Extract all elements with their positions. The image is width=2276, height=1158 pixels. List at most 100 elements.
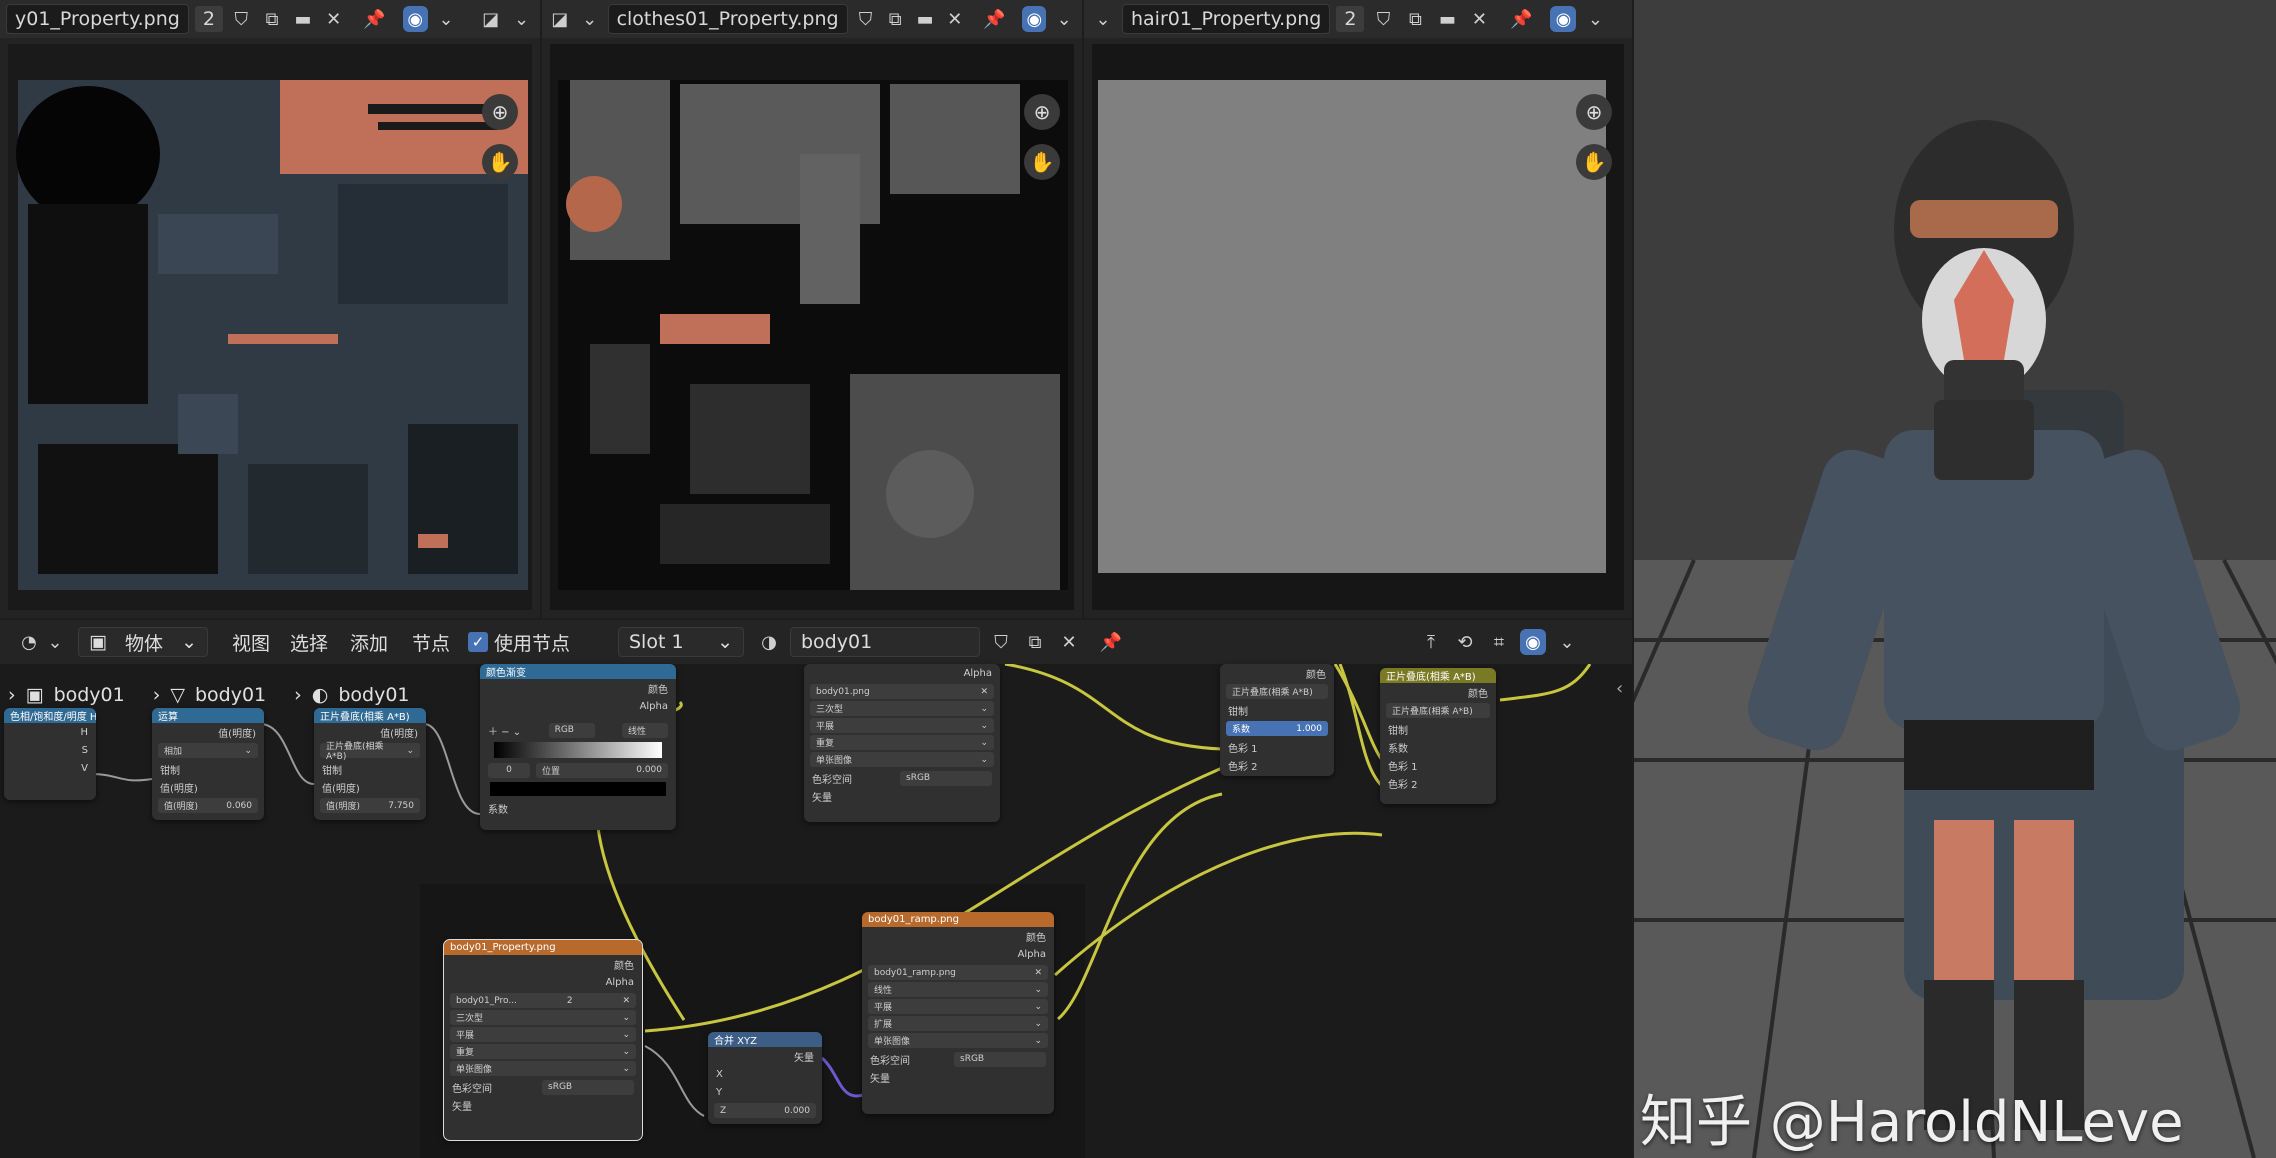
snap-icon[interactable]: ⟲ — [1452, 629, 1478, 655]
duplicate-icon[interactable]: ⧉ — [883, 6, 907, 32]
image-canvas-1[interactable]: ⊕ ✋ — [8, 44, 532, 610]
interpolation-dropdown[interactable]: 线性 ⌄ — [868, 982, 1048, 997]
chevron-down-icon[interactable]: ⌄ — [1052, 6, 1076, 32]
value-field[interactable]: 值(明度) 0.060 — [158, 798, 258, 813]
object-mode-dropdown[interactable]: ▣ 物体 ⌄ — [78, 627, 208, 657]
pin-icon[interactable]: 📌 — [1508, 6, 1534, 32]
source-dropdown[interactable]: 单张图像 ⌄ — [450, 1061, 636, 1076]
extension-dropdown[interactable]: 重复 ⌄ — [810, 735, 994, 750]
close-icon[interactable]: ✕ — [1034, 968, 1042, 978]
chevron-down-icon[interactable]: ⌄ — [509, 6, 534, 32]
node-math-header[interactable]: 运算 — [152, 708, 264, 723]
pin-icon[interactable]: 📌 — [362, 6, 387, 32]
color-space-dropdown[interactable]: sRGB — [954, 1051, 1046, 1067]
node-ramp-texture[interactable]: body01_ramp.png 颜色 Alpha body01_ramp.png… — [862, 912, 1054, 1114]
image-canvas-2[interactable]: ⊕ ✋ — [550, 44, 1074, 610]
user-count[interactable]: 2 — [1336, 6, 1365, 32]
node-combine-xyz[interactable]: 合并 XYZ 矢量 X Y Z 0.000 — [708, 1032, 822, 1124]
stop-color-swatch[interactable] — [490, 782, 666, 796]
stop-position-field[interactable]: 位置 0.000 — [536, 762, 668, 778]
open-folder-icon[interactable]: ▬ — [913, 6, 937, 32]
node-ramp-header[interactable]: 颜色渐变 — [480, 664, 676, 679]
image-datablock-field[interactable]: body01_Pro... 2 ✕ — [450, 993, 636, 1008]
editor-type-button[interactable]: ◔ ⌄ — [16, 623, 68, 661]
breadcrumb-mesh[interactable]: body01 — [195, 684, 266, 706]
close-icon[interactable]: ✕ — [1466, 6, 1492, 32]
interpolation-dropdown[interactable]: 线性 — [622, 722, 668, 738]
chevron-down-icon[interactable]: ⌄ — [1090, 6, 1116, 32]
node-mix2[interactable]: 颜色 正片叠底(相乘 A*B) 钳制 系数 1.000 色彩 1 色彩 2 — [1220, 664, 1334, 776]
node-mix1-header[interactable]: 正片叠底(相乘 A*B) — [314, 708, 426, 723]
node-hsv[interactable]: 色相/饱和度/明度 HSV H S V — [4, 708, 96, 800]
color-space-dropdown[interactable]: sRGB — [900, 770, 992, 786]
snap-grid-icon[interactable]: ⌗ — [1486, 629, 1512, 655]
pin-icon[interactable]: 📌 — [983, 6, 1007, 32]
sidebar-toggle-icon[interactable]: ‹ — [1616, 678, 1623, 699]
parent-node-tree-icon[interactable]: ⤒ — [1418, 629, 1444, 655]
z-field[interactable]: Z 0.000 — [714, 1103, 816, 1118]
node-hsv-header[interactable]: 色相/饱和度/明度 HSV — [4, 708, 96, 723]
menu-add[interactable]: 添加 — [350, 623, 388, 661]
clamp-checkbox[interactable]: 钳制 — [1220, 701, 1334, 719]
material-browse-icon[interactable]: ◑ — [756, 629, 782, 655]
blend-mode-dropdown[interactable]: 正片叠底(相乘 A*B) — [1386, 703, 1490, 718]
use-nodes-toggle[interactable]: ✓ 使用节点 — [468, 623, 570, 661]
3d-viewport[interactable]: ▸ ⬚ ◧ ◨ ◩ ⬒ 知 — [1634, 0, 2276, 1158]
color-space-dropdown[interactable]: sRGB — [542, 1079, 634, 1095]
node-ramp-texture-header[interactable]: body01_ramp.png — [862, 912, 1054, 927]
zoom-icon[interactable]: ⊕ — [1024, 94, 1060, 130]
overlay-icon[interactable]: ◉ — [1520, 629, 1546, 655]
node-math[interactable]: 运算 值(明度) 相加 ⌄ 钳制 值(明度) 值(明度) 0.060 — [152, 708, 264, 820]
blend-mode-dropdown[interactable]: 正片叠底(相乘 A*B) — [1226, 684, 1328, 699]
projection-dropdown[interactable]: 平展 ⌄ — [810, 718, 994, 733]
stop-index-field[interactable]: 0 — [488, 762, 530, 778]
factor-field[interactable]: 系数 1.000 — [1226, 721, 1328, 736]
blend-mode-dropdown[interactable]: 正片叠底(相乘 A*B) ⌄ — [320, 742, 420, 762]
value-field[interactable]: 值(明度) 7.750 — [320, 798, 420, 813]
clamp-checkbox[interactable]: 钳制 — [152, 760, 264, 778]
node-mix3[interactable]: 正片叠底(相乘 A*B) 颜色 正片叠底(相乘 A*B) 钳制 系数 色彩 1 … — [1380, 668, 1496, 804]
pan-hand-icon[interactable]: ✋ — [1576, 144, 1612, 180]
chevron-down-icon[interactable]: ⌄ — [1554, 629, 1580, 655]
chevron-down-icon[interactable]: ⌄ — [578, 6, 602, 32]
color-mode-dropdown[interactable]: RGB — [548, 722, 595, 738]
node-property-texture[interactable]: body01_Property.png 颜色 Alpha body01_Pro.… — [443, 939, 643, 1141]
fake-user-icon[interactable]: ⛉ — [988, 629, 1014, 655]
close-icon[interactable]: ✕ — [622, 996, 630, 1006]
node-mix1[interactable]: 正片叠底(相乘 A*B) 值(明度) 正片叠底(相乘 A*B) ⌄ 钳制 值(明度… — [314, 708, 426, 820]
projection-dropdown[interactable]: 平展 ⌄ — [450, 1027, 636, 1042]
duplicate-icon[interactable]: ⧉ — [1402, 6, 1428, 32]
clamp-checkbox[interactable]: 钳制 — [1380, 720, 1496, 738]
menu-view[interactable]: 视图 — [232, 623, 270, 661]
close-icon[interactable]: ✕ — [980, 687, 988, 697]
breadcrumb-material[interactable]: body01 — [338, 684, 409, 706]
node-color-ramp[interactable]: 颜色渐变 颜色 Alpha ＋ − ⌄ RGB 线性 0 位置 0.000 系数 — [480, 664, 676, 830]
interpolation-dropdown[interactable]: 三次型 ⌄ — [450, 1010, 636, 1025]
node-canvas[interactable]: › ▣ body01 › ▽ body01 › ◐ body01 色相/饱和度/… — [0, 664, 1632, 1158]
source-dropdown[interactable]: 单张图像 ⌄ — [868, 1033, 1048, 1048]
image-canvas-3[interactable]: ⊕ ✋ — [1092, 44, 1624, 610]
checkbox-checked-icon[interactable]: ✓ — [468, 632, 488, 652]
image-name-field[interactable]: clothes01_Property.png — [607, 4, 848, 34]
close-icon[interactable]: ✕ — [1056, 629, 1082, 655]
close-icon[interactable]: ✕ — [943, 6, 967, 32]
zoom-icon[interactable]: ⊕ — [482, 94, 518, 130]
fake-user-icon[interactable]: ⛉ — [854, 6, 878, 32]
overlay-icon[interactable]: ◉ — [402, 6, 428, 32]
fake-user-icon[interactable]: ⛉ — [229, 6, 254, 32]
image-name-field[interactable]: hair01_Property.png — [1122, 4, 1331, 34]
duplicate-icon[interactable]: ⧉ — [1022, 629, 1048, 655]
node-property-header[interactable]: body01_Property.png — [444, 940, 642, 955]
breadcrumb-object[interactable]: body01 — [54, 684, 125, 706]
node-image-texture-top[interactable]: Alpha body01.png ✕ 三次型 ⌄ 平展 ⌄ 重复 ⌄ 单张图像 ⌄ 色彩空… — [804, 664, 1000, 822]
user-count[interactable]: 2 — [194, 6, 223, 32]
source-dropdown[interactable]: 单张图像 ⌄ — [810, 752, 994, 767]
open-folder-icon[interactable]: ▬ — [290, 6, 315, 32]
image-name-field[interactable]: y01_Property.png — [6, 4, 189, 34]
display-channels-icon[interactable]: ◪ — [478, 6, 503, 32]
operation-dropdown[interactable]: 相加 ⌄ — [158, 743, 258, 758]
projection-dropdown[interactable]: 平展 ⌄ — [868, 999, 1048, 1014]
zoom-icon[interactable]: ⊕ — [1576, 94, 1612, 130]
chevron-down-icon[interactable]: ⌄ — [1582, 6, 1608, 32]
image-type-icon[interactable]: ◪ — [548, 6, 572, 32]
